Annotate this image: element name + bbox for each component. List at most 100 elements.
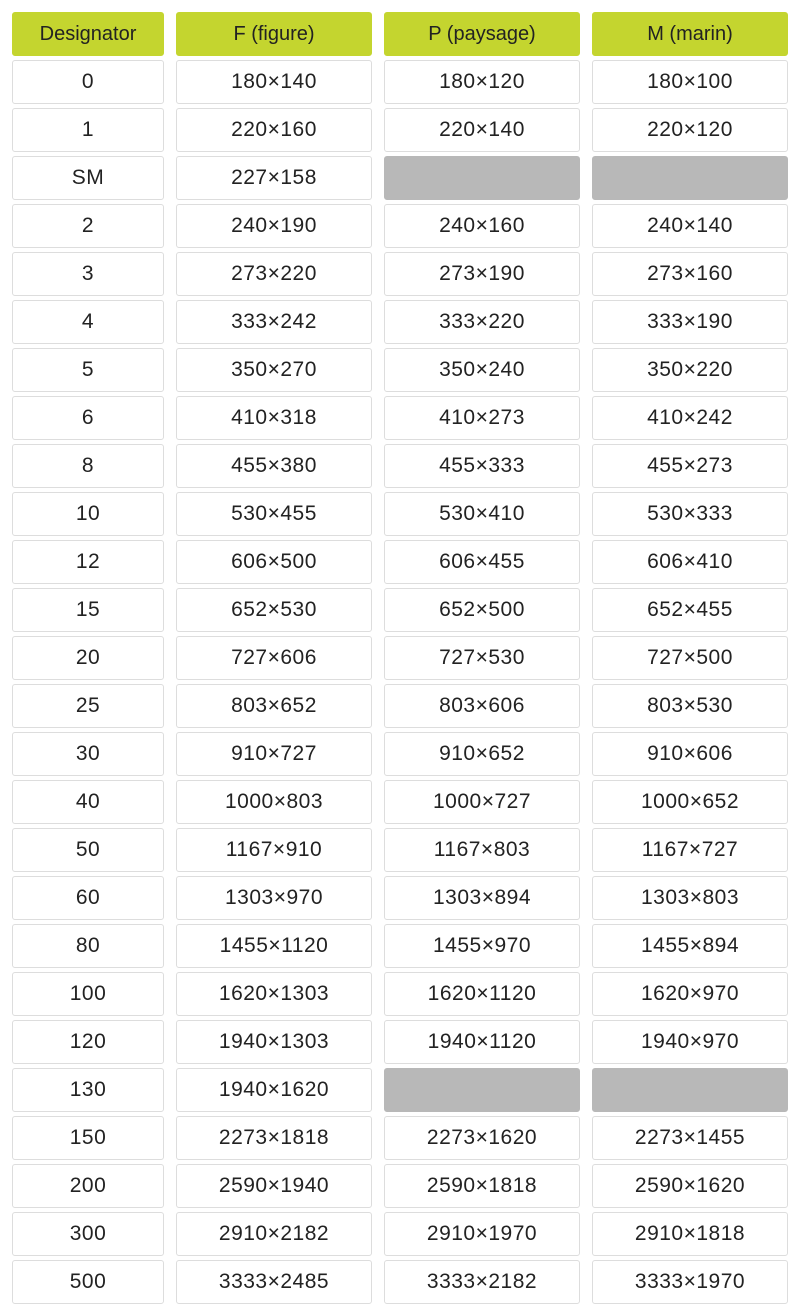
cell-designator: 120 <box>12 1020 164 1064</box>
cell-designator: SM <box>12 156 164 200</box>
cell-paysage: 2590×1818 <box>384 1164 580 1208</box>
cell-designator: 10 <box>12 492 164 536</box>
cell-figure: 1455×1120 <box>176 924 372 968</box>
table-row: 10530×455530×410530×333 <box>12 492 788 536</box>
cell-marin: 1167×727 <box>592 828 788 872</box>
cell-designator: 5 <box>12 348 164 392</box>
table-row: 15652×530652×500652×455 <box>12 588 788 632</box>
cell-paysage: 240×160 <box>384 204 580 248</box>
table-row: 5003333×24853333×21823333×1970 <box>12 1260 788 1304</box>
cell-figure: 333×242 <box>176 300 372 344</box>
cell-designator: 25 <box>12 684 164 728</box>
table-row: 1201940×13031940×11201940×970 <box>12 1020 788 1064</box>
cell-figure: 2273×1818 <box>176 1116 372 1160</box>
table-row: 501167×9101167×8031167×727 <box>12 828 788 872</box>
cell-paysage: 1455×970 <box>384 924 580 968</box>
cell-figure: 1620×1303 <box>176 972 372 1016</box>
size-table: Designator F (figure) P (paysage) M (mar… <box>12 12 788 1304</box>
cell-designator: 8 <box>12 444 164 488</box>
cell-marin: 1620×970 <box>592 972 788 1016</box>
cell-figure: 350×270 <box>176 348 372 392</box>
cell-designator: 2 <box>12 204 164 248</box>
cell-paysage: 410×273 <box>384 396 580 440</box>
cell-marin: 1000×652 <box>592 780 788 824</box>
cell-designator: 20 <box>12 636 164 680</box>
cell-marin: 333×190 <box>592 300 788 344</box>
cell-designator: 500 <box>12 1260 164 1304</box>
cell-marin: 220×120 <box>592 108 788 152</box>
table-row: 6410×318410×273410×242 <box>12 396 788 440</box>
cell-designator: 150 <box>12 1116 164 1160</box>
cell-marin: 2590×1620 <box>592 1164 788 1208</box>
cell-paysage: 2910×1970 <box>384 1212 580 1256</box>
cell-paysage: 803×606 <box>384 684 580 728</box>
table-row: 3002910×21822910×19702910×1818 <box>12 1212 788 1256</box>
cell-marin: 2273×1455 <box>592 1116 788 1160</box>
cell-paysage: 1620×1120 <box>384 972 580 1016</box>
cell-figure: 910×727 <box>176 732 372 776</box>
table-row: 200 2590×1940 2590×1818 2590×1620 <box>12 1164 788 1208</box>
table-row: SM 227×158 <box>12 156 788 200</box>
cell-designator: 3 <box>12 252 164 296</box>
cell-designator: 60 <box>12 876 164 920</box>
table-row: 3273×220273×190273×160 <box>12 252 788 296</box>
cell-paysage <box>384 1068 580 1112</box>
cell-marin <box>592 156 788 200</box>
cell-designator: 40 <box>12 780 164 824</box>
cell-paysage: 455×333 <box>384 444 580 488</box>
col-header-marin: M (marin) <box>592 12 788 56</box>
cell-paysage: 1167×803 <box>384 828 580 872</box>
table-row: 1220×160220×140220×120 <box>12 108 788 152</box>
cell-designator: 100 <box>12 972 164 1016</box>
cell-paysage: 273×190 <box>384 252 580 296</box>
cell-designator: 15 <box>12 588 164 632</box>
table-row: 401000×8031000×7271000×652 <box>12 780 788 824</box>
col-header-paysage: P (paysage) <box>384 12 580 56</box>
cell-designator: 200 <box>12 1164 164 1208</box>
table-row: 1301940×1620 <box>12 1068 788 1112</box>
table-row: 2 240×190 240×160 240×140 <box>12 204 788 248</box>
table-row: 5 350×270 350×240 350×220 <box>12 348 788 392</box>
cell-paysage: 910×652 <box>384 732 580 776</box>
cell-figure: 2590×1940 <box>176 1164 372 1208</box>
cell-marin: 410×242 <box>592 396 788 440</box>
cell-marin: 1303×803 <box>592 876 788 920</box>
cell-designator: 130 <box>12 1068 164 1112</box>
cell-figure: 240×190 <box>176 204 372 248</box>
table-row: 20727×606727×530727×500 <box>12 636 788 680</box>
cell-paysage: 2273×1620 <box>384 1116 580 1160</box>
cell-figure: 3333×2485 <box>176 1260 372 1304</box>
cell-marin: 180×100 <box>592 60 788 104</box>
table-row: 801455×11201455×9701455×894 <box>12 924 788 968</box>
table-row: 12606×500606×455606×410 <box>12 540 788 584</box>
cell-figure: 606×500 <box>176 540 372 584</box>
table-row: 30910×727910×652910×606 <box>12 732 788 776</box>
cell-figure: 227×158 <box>176 156 372 200</box>
cell-figure: 1940×1303 <box>176 1020 372 1064</box>
cell-paysage: 1303×894 <box>384 876 580 920</box>
cell-designator: 80 <box>12 924 164 968</box>
cell-designator: 30 <box>12 732 164 776</box>
cell-marin: 3333×1970 <box>592 1260 788 1304</box>
cell-figure: 1000×803 <box>176 780 372 824</box>
cell-figure: 652×530 <box>176 588 372 632</box>
cell-designator: 1 <box>12 108 164 152</box>
cell-paysage: 727×530 <box>384 636 580 680</box>
cell-paysage: 350×240 <box>384 348 580 392</box>
cell-paysage <box>384 156 580 200</box>
cell-marin: 350×220 <box>592 348 788 392</box>
table-row: 100 1620×1303 1620×1120 1620×970 <box>12 972 788 1016</box>
cell-designator: 50 <box>12 828 164 872</box>
cell-designator: 12 <box>12 540 164 584</box>
cell-paysage: 180×120 <box>384 60 580 104</box>
cell-paysage: 606×455 <box>384 540 580 584</box>
cell-figure: 180×140 <box>176 60 372 104</box>
cell-figure: 455×380 <box>176 444 372 488</box>
cell-marin: 803×530 <box>592 684 788 728</box>
cell-figure: 273×220 <box>176 252 372 296</box>
table-row: 8455×380455×333455×273 <box>12 444 788 488</box>
cell-figure: 530×455 <box>176 492 372 536</box>
table-row: 25803×652803×606803×530 <box>12 684 788 728</box>
cell-marin: 240×140 <box>592 204 788 248</box>
cell-designator: 4 <box>12 300 164 344</box>
